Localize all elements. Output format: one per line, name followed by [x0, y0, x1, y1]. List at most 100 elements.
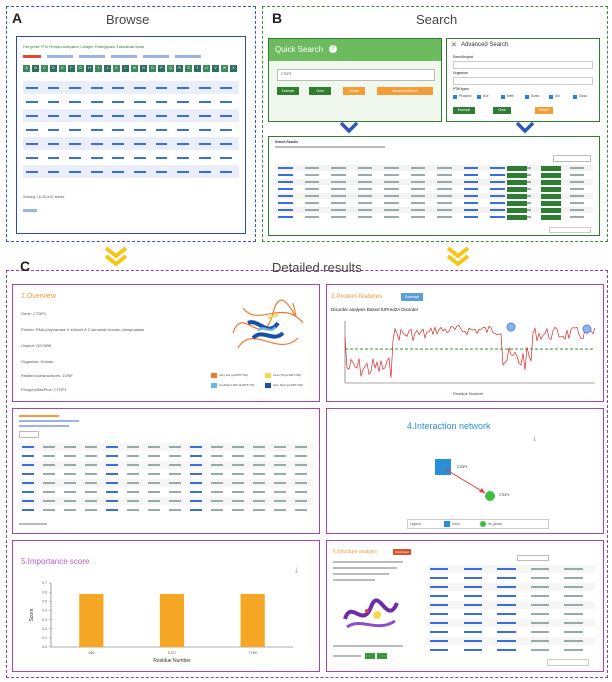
table-cell[interactable]	[463, 181, 479, 183]
network-node-int[interactable]	[485, 491, 495, 501]
table-cell[interactable]	[430, 604, 449, 606]
table-cell[interactable]	[490, 174, 505, 176]
letter-button[interactable]: H	[86, 65, 93, 72]
table-cell[interactable]	[112, 128, 125, 131]
table-cell[interactable]	[190, 473, 202, 475]
table-cell[interactable]	[22, 509, 34, 511]
table-cell[interactable]	[177, 170, 190, 173]
browse-pagination[interactable]	[23, 209, 37, 212]
table-cell[interactable]	[463, 649, 483, 651]
table-cell[interactable]	[278, 188, 293, 190]
result-detail-button[interactable]	[541, 173, 561, 178]
table-cell[interactable]	[430, 649, 449, 651]
table-cell[interactable]	[430, 586, 449, 588]
table-cell[interactable]	[22, 464, 34, 466]
result-detail-button[interactable]	[507, 194, 527, 199]
result-detail-button[interactable]	[507, 173, 527, 178]
table-cell[interactable]	[22, 500, 34, 502]
table-cell[interactable]	[155, 142, 168, 145]
table-cell[interactable]	[190, 500, 202, 502]
table-cell[interactable]	[134, 114, 146, 117]
table-cell[interactable]	[220, 114, 233, 117]
table-cell[interactable]	[177, 142, 190, 145]
letter-button[interactable]: P	[158, 65, 165, 72]
table-cell[interactable]	[155, 114, 168, 117]
table-cell[interactable]	[490, 202, 505, 204]
result-detail-button[interactable]	[541, 180, 561, 185]
table-cell[interactable]	[69, 170, 82, 173]
letter-button[interactable]: J	[104, 65, 111, 72]
table-cell[interactable]	[430, 631, 449, 633]
table-cell[interactable]	[198, 86, 211, 89]
table-cell[interactable]	[198, 128, 211, 131]
letter-button[interactable]: N	[140, 65, 147, 72]
table-cell[interactable]	[490, 167, 505, 169]
table-cell[interactable]	[134, 100, 146, 103]
table-cell[interactable]	[198, 142, 211, 145]
table-cell[interactable]	[463, 577, 483, 579]
table-cell[interactable]	[463, 167, 479, 169]
letter-button[interactable]: I	[95, 65, 102, 72]
table-cell[interactable]	[198, 170, 211, 173]
table-cell[interactable]	[106, 455, 118, 457]
table-cell[interactable]	[190, 491, 202, 493]
table-cell[interactable]	[112, 170, 125, 173]
structure-download-button[interactable]: Download	[393, 549, 411, 555]
results-pagination[interactable]	[549, 227, 591, 233]
download-icon[interactable]: ⤓	[295, 567, 298, 575]
table-cell[interactable]	[278, 209, 293, 211]
table-cell[interactable]	[112, 156, 125, 159]
table-cell[interactable]	[155, 100, 168, 103]
table-cell[interactable]	[463, 613, 483, 615]
letter-button[interactable]: D	[50, 65, 57, 72]
table-cell[interactable]	[430, 613, 449, 615]
table-cell[interactable]	[490, 216, 505, 218]
table-cell[interactable]	[112, 142, 125, 145]
download-icon[interactable]: ⤓	[533, 435, 536, 443]
adv-gene-input[interactable]	[453, 61, 593, 69]
close-icon[interactable]: ✕	[451, 41, 457, 49]
quick-clear-button[interactable]: Clear	[309, 87, 331, 95]
table-cell[interactable]	[47, 114, 60, 117]
table-cell[interactable]	[190, 509, 202, 511]
structure-filter-input[interactable]	[517, 555, 549, 561]
table-cell[interactable]	[134, 170, 146, 173]
table-cell[interactable]	[134, 142, 146, 145]
table-cell[interactable]	[220, 142, 233, 145]
table-cell[interactable]	[90, 86, 103, 89]
letter-button[interactable]: U	[203, 65, 210, 72]
ptm-checkbox[interactable]	[525, 95, 529, 99]
table-cell[interactable]	[198, 156, 211, 159]
result-detail-button[interactable]	[507, 166, 527, 171]
table-cell[interactable]	[463, 209, 479, 211]
table-cell[interactable]	[69, 86, 82, 89]
table-cell[interactable]	[278, 181, 293, 183]
table-cell[interactable]	[497, 631, 516, 633]
table-cell[interactable]	[278, 216, 293, 218]
table-cell[interactable]	[177, 86, 190, 89]
letter-button[interactable]: O	[149, 65, 156, 72]
table-cell[interactable]	[90, 142, 103, 145]
result-detail-button[interactable]	[541, 215, 561, 220]
adv-clear-button[interactable]: Clear	[493, 107, 511, 114]
letter-button[interactable]: S	[185, 65, 192, 72]
table-cell[interactable]	[463, 604, 483, 606]
table-cell[interactable]	[177, 156, 190, 159]
table-cell[interactable]	[490, 181, 505, 183]
table-cell[interactable]	[106, 500, 118, 502]
letter-button[interactable]: M	[131, 65, 138, 72]
table-cell[interactable]	[463, 595, 483, 597]
table-cell[interactable]	[47, 100, 60, 103]
table-cell[interactable]	[112, 114, 125, 117]
features-download-button[interactable]: Download	[401, 293, 423, 301]
table-cell[interactable]	[26, 114, 38, 117]
table-cell[interactable]	[106, 509, 118, 511]
ptm-checkbox[interactable]	[477, 95, 481, 99]
table-cell[interactable]	[106, 464, 118, 466]
table-cell[interactable]	[463, 174, 479, 176]
table-cell[interactable]	[463, 188, 479, 190]
table-cell[interactable]	[220, 86, 233, 89]
table-cell[interactable]	[106, 473, 118, 475]
table-cell[interactable]	[190, 482, 202, 484]
table-cell[interactable]	[220, 156, 233, 159]
